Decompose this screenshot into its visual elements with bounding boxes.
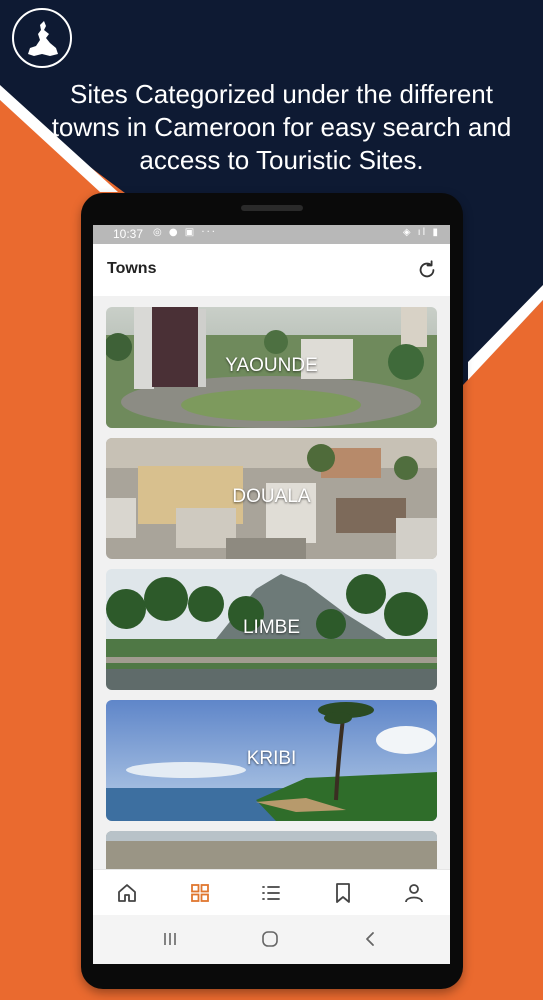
town-name: KRIBI — [246, 748, 297, 769]
phone-frame: 10:37 ◎ ● ▣ ··· ◈ ıl ▮ Towns YAOUNDE DOU… — [81, 193, 463, 989]
town-name: YAOUNDE — [225, 355, 318, 376]
nav-bookmarks-button[interactable] — [331, 881, 355, 905]
town-card-limbe[interactable]: LIMBE — [106, 569, 437, 690]
page-title: Towns — [107, 260, 157, 277]
town-photo-partial — [106, 831, 437, 869]
system-nav-bar — [93, 915, 450, 964]
status-time: 10:37 — [113, 227, 144, 241]
bookmark-icon — [336, 883, 350, 903]
home-circle-icon — [262, 931, 278, 947]
back-button[interactable] — [359, 928, 381, 950]
app-screen: 10:37 ◎ ● ▣ ··· ◈ ıl ▮ Towns YAOUNDE DOU… — [93, 225, 450, 964]
town-card-douala[interactable]: DOUALA — [106, 438, 437, 559]
promo-headline: Sites Categorized under the different to… — [51, 79, 512, 175]
nav-towns-button[interactable] — [188, 881, 212, 905]
refresh-button[interactable] — [416, 259, 438, 281]
grid-icon — [191, 884, 209, 902]
status-system-icons: ◈ ıl ▮ — [402, 227, 440, 238]
towns-list[interactable]: YAOUNDE DOUALA LIMBE KRIBI — [93, 296, 450, 869]
town-name: DOUALA — [232, 486, 311, 507]
phone-speaker — [241, 205, 303, 211]
recents-button[interactable] — [159, 928, 181, 950]
town-name: LIMBE — [242, 617, 301, 638]
cameroon-map-icon — [28, 21, 58, 56]
system-home-button[interactable] — [259, 928, 281, 950]
bottom-nav — [93, 869, 450, 916]
home-icon — [118, 884, 136, 902]
back-icon — [366, 932, 374, 946]
status-bar: 10:37 ◎ ● ▣ ··· ◈ ıl ▮ — [93, 225, 450, 244]
status-notification-icons: ◎ ● ▣ ··· — [153, 227, 217, 238]
nav-list-button[interactable] — [259, 881, 283, 905]
recents-icon — [164, 933, 176, 945]
refresh-icon — [419, 260, 435, 278]
list-icon — [262, 886, 280, 900]
nav-profile-button[interactable] — [402, 881, 426, 905]
town-card-kribi[interactable]: KRIBI — [106, 700, 437, 821]
nav-home-button[interactable] — [115, 881, 139, 905]
town-card-yaounde[interactable]: YAOUNDE — [106, 307, 437, 428]
town-card-partial[interactable] — [106, 831, 437, 869]
cameroon-logo — [12, 8, 72, 68]
profile-icon — [405, 884, 423, 903]
app-bar: Towns — [93, 244, 450, 296]
